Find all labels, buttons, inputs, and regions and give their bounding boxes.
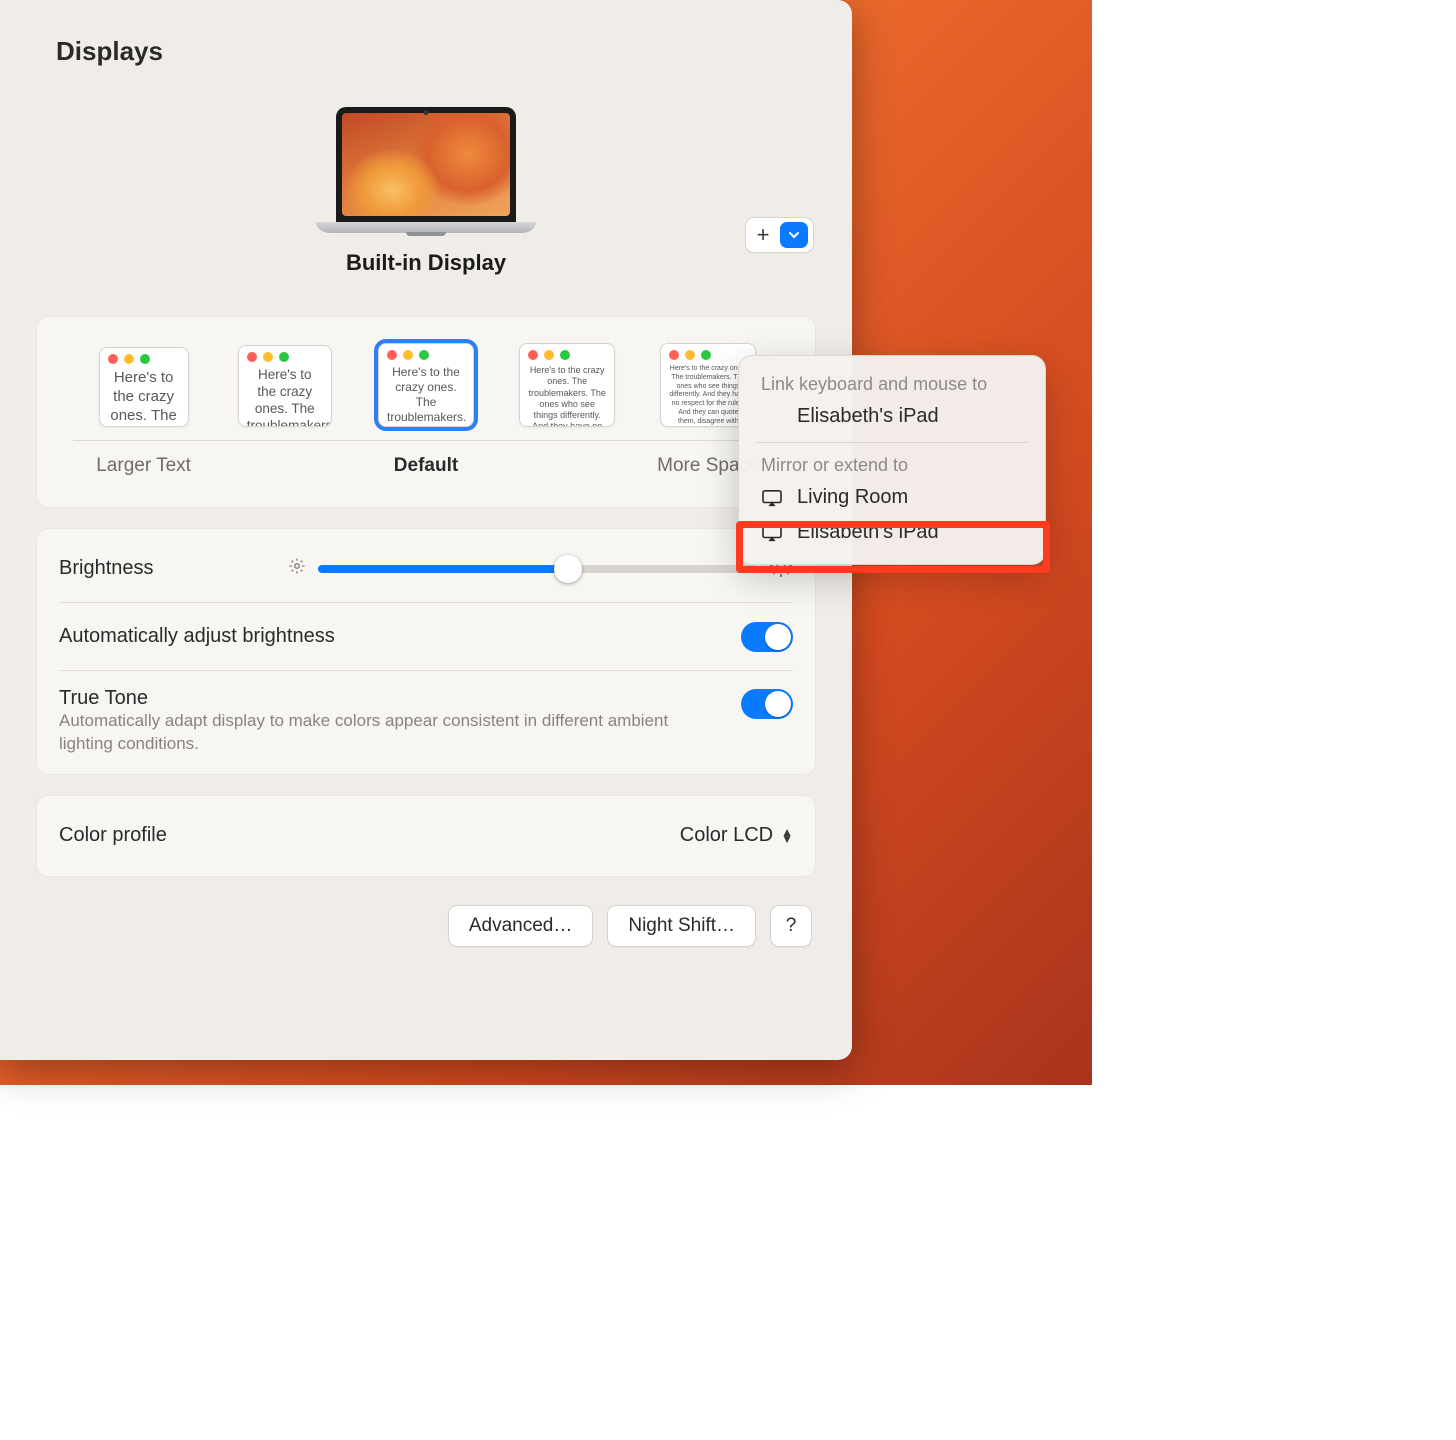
night-shift-button[interactable]: Night Shift… bbox=[607, 905, 756, 947]
airplay-icon bbox=[761, 524, 783, 542]
color-profile-row: Color profile Color LCD ▲▼ bbox=[59, 802, 793, 870]
popover-mirror-ipad[interactable]: Elisabeth's iPad bbox=[739, 515, 1045, 550]
color-profile-value: Color LCD bbox=[680, 824, 773, 847]
resolution-option-0[interactable]: Here's to the crazy ones. The troublemak… bbox=[73, 347, 214, 427]
macbook-illustration bbox=[316, 107, 536, 236]
resolution-caption-2: Default bbox=[355, 455, 496, 477]
resolution-selector: Here's to the crazy ones. The troublemak… bbox=[36, 316, 816, 508]
resolution-caption-3 bbox=[497, 455, 638, 477]
resolution-option-2[interactable]: Here's to the crazy ones. The troublemak… bbox=[355, 343, 496, 427]
popover-mirror-living-room[interactable]: Living Room bbox=[739, 480, 1045, 515]
auto-brightness-toggle[interactable] bbox=[741, 622, 793, 652]
help-button[interactable]: ? bbox=[770, 905, 812, 947]
updown-icon: ▲▼ bbox=[781, 829, 793, 842]
resolution-option-1[interactable]: Here's to the crazy ones. The troublemak… bbox=[214, 345, 355, 427]
display-settings-card: Brightness Automatically adjust brightne… bbox=[36, 528, 816, 775]
system-settings-window: Displays Built-in Display + Here's to th… bbox=[0, 0, 852, 1060]
plus-icon: + bbox=[746, 222, 780, 248]
add-display-button[interactable]: + bbox=[745, 217, 814, 253]
auto-brightness-label: Automatically adjust brightness bbox=[59, 625, 335, 648]
auto-brightness-row: Automatically adjust brightness bbox=[59, 603, 793, 671]
airplay-icon bbox=[761, 489, 783, 507]
color-profile-label: Color profile bbox=[59, 824, 167, 847]
true-tone-label: True Tone bbox=[59, 687, 699, 710]
popover-link-item[interactable]: Elisabeth's iPad bbox=[739, 399, 1045, 434]
footer-buttons: Advanced… Night Shift… ? bbox=[36, 897, 816, 947]
sun-small-icon bbox=[288, 557, 306, 580]
true-tone-toggle[interactable] bbox=[741, 689, 793, 719]
popover-mirror-section-title: Mirror or extend to bbox=[739, 451, 1045, 480]
color-profile-card: Color profile Color LCD ▲▼ bbox=[36, 795, 816, 877]
chevron-down-icon bbox=[780, 222, 808, 248]
add-display-popover: Link keyboard and mouse to Elisabeth's i… bbox=[738, 355, 1046, 565]
true-tone-desc: Automatically adapt display to make colo… bbox=[59, 710, 699, 768]
page-title: Displays bbox=[0, 0, 852, 67]
brightness-label: Brightness bbox=[59, 557, 154, 580]
resolution-caption-0: Larger Text bbox=[73, 455, 214, 477]
true-tone-row: True Tone Automatically adapt display to… bbox=[59, 671, 793, 768]
color-profile-select[interactable]: Color LCD ▲▼ bbox=[680, 824, 793, 847]
popover-link-section-title: Link keyboard and mouse to bbox=[739, 370, 1045, 399]
display-preview-area: Built-in Display + bbox=[0, 67, 852, 276]
desktop-wallpaper: Displays Built-in Display + Here's to th… bbox=[0, 0, 1092, 1085]
display-name: Built-in Display bbox=[346, 250, 506, 276]
advanced-button[interactable]: Advanced… bbox=[448, 905, 594, 947]
brightness-slider[interactable] bbox=[288, 554, 794, 583]
resolution-caption-1 bbox=[214, 455, 355, 477]
resolution-option-3[interactable]: Here's to the crazy ones. The troublemak… bbox=[497, 343, 638, 427]
brightness-row: Brightness bbox=[59, 535, 793, 603]
